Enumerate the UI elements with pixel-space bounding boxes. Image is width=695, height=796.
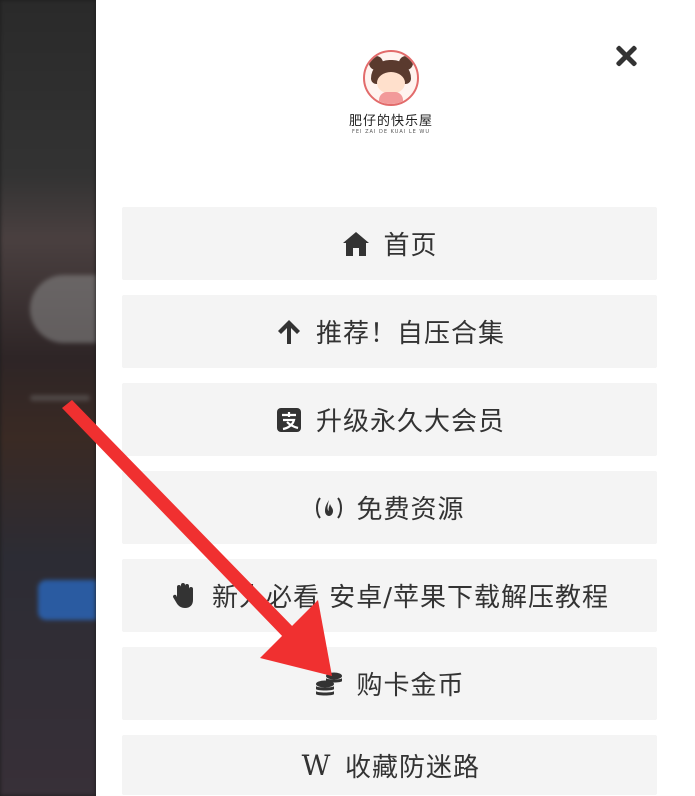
menu-item-label: 收藏防迷路: [344, 752, 480, 783]
menu-item-label: 首页: [383, 231, 438, 261]
menu-item-tutorial[interactable]: 新人必看 安卓/苹果下载解压教程: [122, 559, 657, 632]
free-code-camp-icon: [314, 493, 344, 523]
menu-item-label: 升级永久大会员: [315, 407, 505, 437]
menu-item-label: 购卡金币: [356, 671, 465, 701]
side-menu-drawer: 肥仔的快乐屋 FEI ZAI DE KUAI LE WU 首页 推荐！自压合集 …: [96, 0, 695, 796]
site-name: 肥仔的快乐屋: [348, 114, 433, 129]
arrow-up-icon: [274, 317, 304, 347]
home-icon: [341, 229, 371, 259]
menu-item-label: 推荐！自压合集: [315, 319, 505, 349]
menu-item-label: 免费资源: [356, 495, 465, 525]
coins-icon: [314, 669, 344, 699]
wikipedia-icon: W: [301, 748, 331, 782]
menu-item-coins[interactable]: 购卡金币: [122, 647, 657, 720]
nav-menu: 首页 推荐！自压合集 升级永久大会员 免费资源 新人必看 安卓/苹果下载解压教程: [122, 207, 657, 795]
site-subtitle: FEI ZAI DE KUAI LE WU: [351, 129, 431, 135]
site-logo[interactable]: 肥仔的快乐屋 FEI ZAI DE KUAI LE WU: [341, 50, 441, 140]
menu-item-home[interactable]: 首页: [122, 207, 657, 280]
menu-item-recommended[interactable]: 推荐！自压合集: [122, 295, 657, 368]
close-icon[interactable]: [610, 40, 642, 72]
menu-item-label: 新人必看 安卓/苹果下载解压教程: [211, 583, 610, 613]
alipay-icon: [274, 405, 304, 435]
blurred-page-background: [0, 0, 96, 796]
hand-icon: [170, 581, 200, 611]
menu-item-free[interactable]: 免费资源: [122, 471, 657, 544]
logo-avatar: [363, 50, 419, 106]
menu-item-vip[interactable]: 升级永久大会员: [122, 383, 657, 456]
menu-item-bookmark[interactable]: W 收藏防迷路: [122, 735, 657, 795]
